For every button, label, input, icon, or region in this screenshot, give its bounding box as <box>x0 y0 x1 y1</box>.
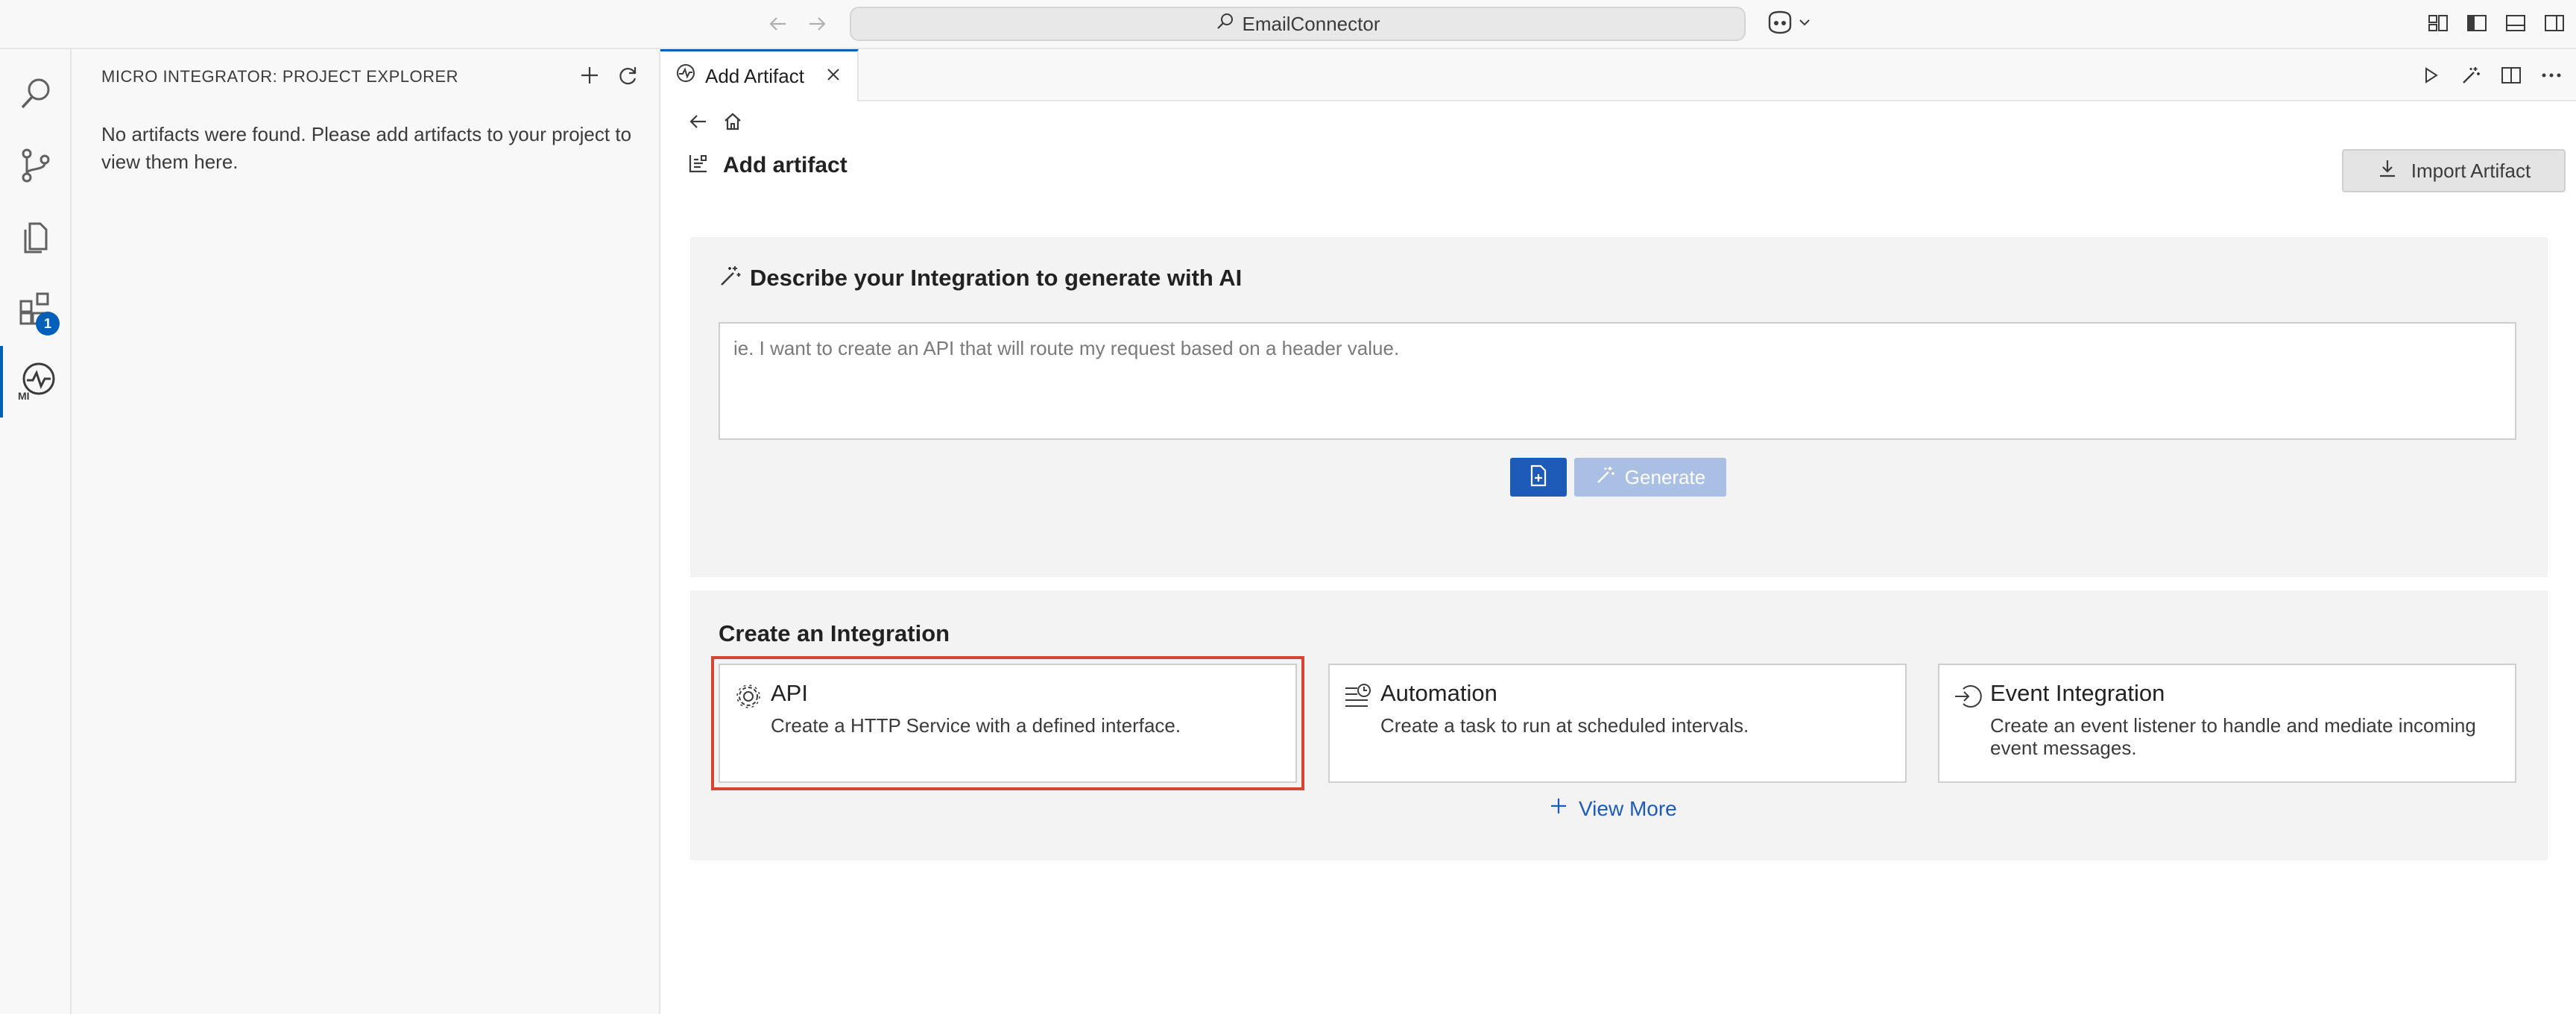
micro-integrator-icon: MI <box>16 359 58 405</box>
plus-icon <box>1549 796 1568 821</box>
card-description: Create a task to run at scheduled interv… <box>1380 714 1749 737</box>
view-more-link[interactable]: View More <box>1549 796 1677 821</box>
micro-integrator-icon <box>674 63 696 90</box>
editor-area: Add Artifact Add artifact Import Artifac… <box>660 49 2576 1014</box>
activity-search[interactable] <box>0 60 72 131</box>
chevron-down-icon <box>1798 16 1811 33</box>
ai-wand-icon <box>719 264 742 292</box>
copilot-icon <box>1765 10 1795 39</box>
tab-bar: Add Artifact <box>660 49 2576 101</box>
back-arrow-icon[interactable] <box>765 10 792 37</box>
search-icon <box>1216 12 1235 37</box>
import-artifact-label: Import Artifact <box>2411 159 2531 182</box>
toggle-primary-sidebar-icon[interactable] <box>2464 10 2490 36</box>
customize-layout-icon[interactable] <box>2425 10 2451 36</box>
activity-extensions[interactable]: 1 <box>0 274 72 346</box>
extensions-badge: 1 <box>36 312 60 336</box>
title-bar: EmailConnector <box>0 0 2576 49</box>
ai-wand-icon[interactable] <box>2458 63 2484 88</box>
empty-artifacts-message: No artifacts were found. Please add arti… <box>101 123 632 173</box>
copilot-menu[interactable] <box>1765 9 1816 39</box>
card-title: Event Integration <box>1990 680 2165 706</box>
project-explorer-sidebar: MICRO INTEGRATOR: PROJECT EXPLORER No ar… <box>72 49 660 1014</box>
generate-button[interactable]: Generate <box>1574 458 1726 497</box>
card-title: API <box>771 680 808 706</box>
event-icon <box>1953 681 1983 711</box>
schedule-icon <box>1343 681 1373 711</box>
sidebar-title: MICRO INTEGRATOR: PROJECT EXPLORER <box>101 67 459 86</box>
tab-add-artifact[interactable]: Add Artifact <box>660 49 859 101</box>
integration-heading: Create an Integration <box>719 620 950 646</box>
attach-file-button[interactable] <box>1510 458 1567 497</box>
api-card[interactable]: API Create a HTTP Service with a defined… <box>711 656 1304 790</box>
ai-panel-heading: Describe your Integration to generate wi… <box>750 264 1243 291</box>
activity-explorer[interactable] <box>0 203 72 274</box>
run-icon[interactable] <box>2418 63 2443 88</box>
card-title: Automation <box>1380 680 1497 706</box>
card-description: Create a HTTP Service with a defined int… <box>771 714 1181 737</box>
command-center-text: EmailConnector <box>1242 12 1380 35</box>
event-integration-card[interactable]: Event Integration Create an event listen… <box>1938 664 2516 783</box>
ai-generate-panel: Describe your Integration to generate wi… <box>690 237 2548 577</box>
import-artifact-button[interactable]: Import Artifact <box>2342 149 2566 192</box>
view-more-label: View More <box>1579 796 1677 820</box>
toggle-secondary-sidebar-icon[interactable] <box>2542 10 2567 36</box>
card-description: Create an event listener to handle and m… <box>1990 714 2476 759</box>
toggle-panel-icon[interactable] <box>2503 10 2528 36</box>
close-icon[interactable] <box>825 65 842 88</box>
files-icon <box>16 218 55 260</box>
ai-prompt-input[interactable]: ie. I want to create an API that will ro… <box>719 322 2516 440</box>
more-actions-icon[interactable] <box>2539 63 2564 88</box>
gear-icon <box>733 681 763 711</box>
artifact-icon <box>687 152 710 178</box>
svg-text:MI: MI <box>18 390 30 401</box>
add-icon[interactable] <box>577 63 602 88</box>
back-arrow-icon[interactable] <box>686 109 711 134</box>
command-center-search[interactable]: EmailConnector <box>850 7 1746 41</box>
ai-wand-icon <box>1595 465 1616 491</box>
add-file-icon <box>1527 464 1550 491</box>
automation-card[interactable]: Automation Create a task to run at sched… <box>1328 664 1907 783</box>
page-title: Add artifact <box>723 152 847 177</box>
tab-label: Add Artifact <box>705 65 804 87</box>
activity-bar: 1 MI <box>0 49 72 1014</box>
page-header: Add artifact <box>687 152 847 178</box>
breadcrumb <box>686 109 745 134</box>
generate-label: Generate <box>1624 465 1706 488</box>
refresh-icon[interactable] <box>616 63 641 88</box>
create-integration-panel: Create an Integration API Create a HTTP … <box>690 591 2548 860</box>
search-icon <box>16 75 55 117</box>
forward-arrow-icon[interactable] <box>804 10 830 37</box>
activity-micro-integrator[interactable]: MI <box>0 346 72 418</box>
activity-source-control[interactable] <box>0 131 72 203</box>
source-control-icon <box>16 146 55 189</box>
split-editor-icon[interactable] <box>2498 63 2524 88</box>
download-icon <box>2377 158 2398 184</box>
home-icon[interactable] <box>720 109 745 134</box>
